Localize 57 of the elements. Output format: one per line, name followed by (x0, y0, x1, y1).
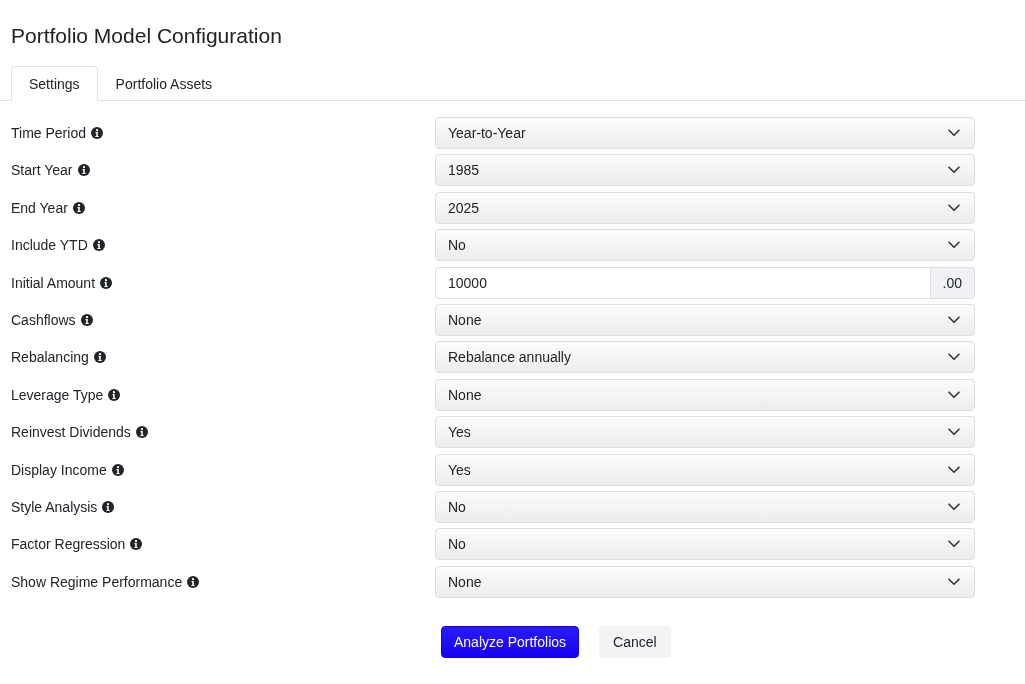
info-icon[interactable] (92, 239, 105, 252)
field-label: End Year (11, 199, 68, 216)
info-icon[interactable] (135, 426, 148, 439)
info-icon[interactable] (108, 388, 121, 401)
field-label: Factor Regression (11, 536, 126, 553)
tab[interactable]: Portfolio Assets (97, 66, 231, 101)
field-label: Style Analysis (11, 498, 98, 515)
info-icon[interactable] (111, 463, 124, 476)
dropdown[interactable]: 1985 (435, 154, 975, 187)
chevron-down-icon (948, 502, 960, 511)
chevron-down-icon (948, 203, 960, 212)
field-label: Cashflows (11, 311, 76, 328)
tab[interactable]: Settings (11, 66, 98, 101)
chevron-down-icon (948, 428, 960, 437)
dropdown[interactable]: 2025 (435, 191, 975, 224)
dropdown[interactable]: None (435, 303, 975, 336)
dropdown[interactable]: No (435, 528, 975, 561)
page-title: Portfolio Model Configuration (10, 23, 283, 49)
chevron-down-icon (948, 241, 960, 250)
dropdown[interactable]: Yes (435, 416, 975, 449)
dropdown[interactable]: None (435, 565, 975, 598)
info-icon[interactable] (72, 201, 85, 214)
info-icon[interactable] (187, 575, 200, 588)
chevron-down-icon (948, 390, 960, 399)
info-icon[interactable] (80, 313, 93, 326)
info-icon[interactable] (100, 276, 113, 289)
field-label: Time Period (11, 125, 86, 141)
chevron-down-icon (948, 129, 960, 137)
chevron-down-icon (948, 577, 960, 586)
field-label: Start Year (11, 162, 73, 179)
dropdown[interactable]: None (435, 378, 975, 411)
info-icon[interactable] (102, 500, 115, 513)
chevron-down-icon (948, 353, 960, 362)
info-icon[interactable] (77, 164, 90, 177)
input-suffix: .00 (930, 266, 975, 299)
info-icon[interactable] (93, 351, 106, 364)
dropdown[interactable]: Yes (435, 453, 975, 486)
field-label: Leverage Type (11, 386, 104, 403)
field-label: Reinvest Dividends (11, 424, 131, 441)
info-icon[interactable] (90, 127, 103, 139)
chevron-down-icon (948, 465, 960, 474)
field-label: Initial Amount (11, 274, 96, 291)
chevron-down-icon (948, 540, 960, 549)
dropdown[interactable]: Rebalance annually (435, 341, 975, 374)
amount-input[interactable]: 10000 (435, 266, 931, 299)
chevron-down-icon (948, 166, 960, 175)
dropdown[interactable]: Year-to-Year (435, 117, 975, 149)
cancel-button[interactable]: Cancel (599, 625, 671, 658)
dropdown[interactable]: No (435, 229, 975, 262)
info-icon[interactable] (130, 538, 143, 551)
field-label: Rebalancing (11, 349, 89, 366)
chevron-down-icon (948, 315, 960, 324)
dropdown[interactable]: No (435, 490, 975, 523)
field-label: Show Regime Performance (11, 573, 183, 590)
field-label: Display Income (11, 461, 107, 478)
field-label: Include YTD (11, 237, 88, 254)
analyze-button[interactable]: Analyze Portfolios (441, 625, 580, 658)
